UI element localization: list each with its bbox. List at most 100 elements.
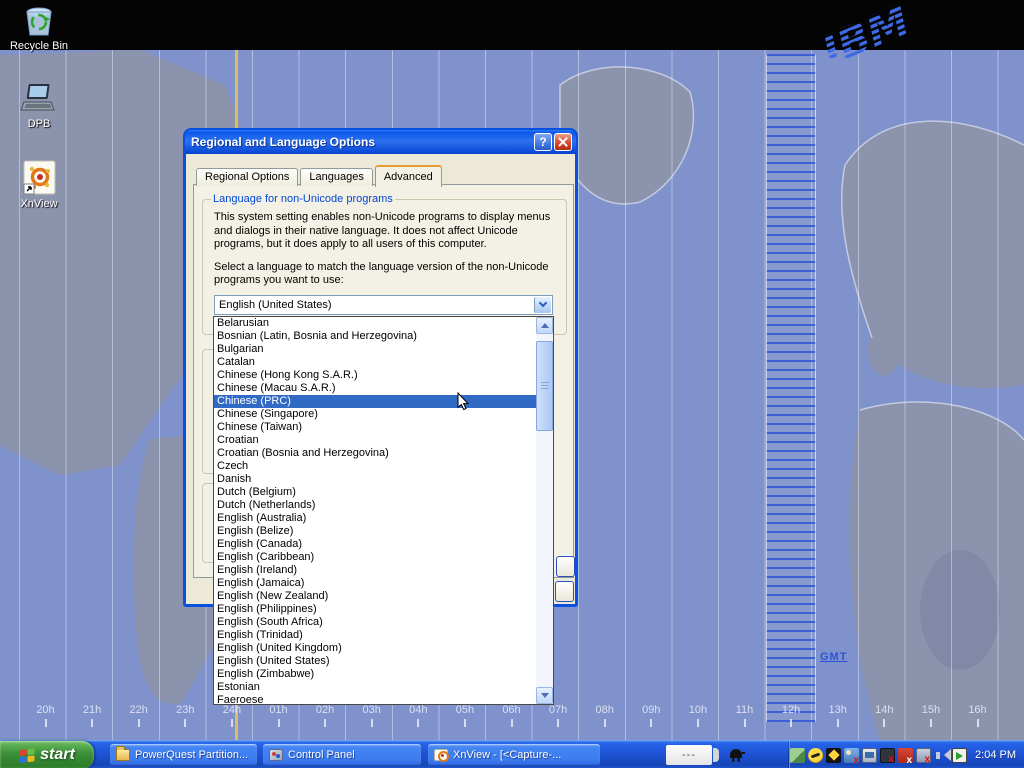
language-option[interactable]: Chinese (Hong Kong S.A.R.): [214, 369, 536, 382]
language-option[interactable]: Estonian: [214, 681, 536, 694]
taskbar-button[interactable]: XnView - [<Capture-...: [428, 744, 600, 766]
gmt-meridian-band: [766, 54, 816, 722]
language-option[interactable]: English (United Kingdom): [214, 642, 536, 655]
language-option[interactable]: English (Trinidad): [214, 629, 536, 642]
scrollbar-thumb[interactable]: [536, 341, 553, 431]
timezone-hour-label: 13h: [821, 704, 855, 727]
connection-error-icon[interactable]: [898, 748, 913, 763]
language-option[interactable]: English (Caribbean): [214, 551, 536, 564]
dialog-button-fragment[interactable]: [556, 556, 575, 577]
tick-mark: [371, 719, 373, 727]
stylus-icon[interactable]: [790, 748, 805, 763]
taskbar-button[interactable]: PowerQuest Partition...: [110, 744, 257, 766]
chevron-down-icon: [539, 299, 547, 307]
language-option[interactable]: Faeroese: [214, 694, 536, 704]
language-option[interactable]: Chinese (Taiwan): [214, 421, 536, 434]
language-option[interactable]: English (South Africa): [214, 616, 536, 629]
scrollbar-track[interactable]: [536, 334, 553, 687]
combobox-dropdown-button[interactable]: [534, 297, 551, 313]
tick-mark: [744, 719, 746, 727]
desktop-icon-recycle-bin[interactable]: Recycle Bin: [6, 4, 72, 52]
language-option[interactable]: English (Belize): [214, 525, 536, 538]
tick-mark: [604, 719, 606, 727]
language-option[interactable]: Croatian (Bosnia and Herzegovina): [214, 447, 536, 460]
taskbar-button[interactable]: Control Panel: [263, 744, 421, 766]
language-option[interactable]: Dutch (Belgium): [214, 486, 536, 499]
control-panel-icon: [269, 749, 283, 761]
thumb-grip: [541, 382, 549, 391]
help-button[interactable]: ?: [534, 133, 552, 151]
tick-mark: [837, 719, 839, 727]
tab-regional-options[interactable]: Regional Options: [196, 168, 298, 186]
antivirus-icon[interactable]: [826, 748, 841, 763]
volume-icon[interactable]: [934, 748, 949, 763]
network-computers-icon[interactable]: [862, 748, 877, 763]
dropdown-scrollbar[interactable]: [536, 317, 553, 704]
tray-icons: [790, 748, 967, 763]
taskbar-clock[interactable]: 2:04 PM: [975, 749, 1016, 761]
network-offline-icon[interactable]: [916, 748, 931, 763]
dialog-titlebar[interactable]: Regional and Language Options ?: [185, 130, 576, 154]
language-option[interactable]: Croatian: [214, 434, 536, 447]
folder-icon: [116, 749, 130, 761]
recycle-bin-icon: [21, 4, 57, 38]
language-option[interactable]: English (United States): [214, 655, 536, 668]
timezone-hour-label: 20h: [29, 704, 63, 727]
language-option[interactable]: Bosnian (Latin, Bosnia and Herzegovina): [214, 330, 536, 343]
tick-mark: [278, 719, 280, 727]
system-tray: 2:04 PM: [789, 741, 1024, 768]
language-option[interactable]: Belarusian: [214, 317, 536, 330]
scroll-down-button[interactable]: [536, 687, 553, 704]
nonunicode-description: This system setting enables non-Unicode …: [214, 211, 557, 252]
mouse-cursor: [457, 392, 471, 412]
start-label: start: [40, 746, 75, 764]
dialog-button-fragment[interactable]: [555, 581, 574, 602]
language-option[interactable]: English (Zimbabwe): [214, 668, 536, 681]
timezone-hour-label: 11h: [728, 704, 762, 727]
language-dropdown-list: Belarusian Bosnian (Latin, Bosnia and He…: [213, 316, 554, 705]
xnview-icon: [21, 160, 57, 196]
language-option[interactable]: Danish: [214, 473, 536, 486]
language-option[interactable]: English (Canada): [214, 538, 536, 551]
tick-mark: [511, 719, 513, 727]
scroll-up-button[interactable]: [536, 317, 553, 334]
language-option[interactable]: Chinese (Macau S.A.R.): [214, 382, 536, 395]
start-button[interactable]: start: [0, 741, 94, 768]
tab-languages[interactable]: Languages: [300, 168, 372, 186]
language-option[interactable]: Bulgarian: [214, 343, 536, 356]
close-button[interactable]: [554, 133, 572, 151]
svg-text:IBM: IBM: [815, 0, 916, 58]
timezone-hour-label: 14h: [867, 704, 901, 727]
offline-users-icon[interactable]: [844, 748, 859, 763]
tick-mark: [650, 719, 652, 727]
timezone-hour-label: 03h: [355, 704, 389, 727]
ac-power-plug-icon: [728, 747, 745, 763]
language-option[interactable]: Dutch (Netherlands): [214, 499, 536, 512]
taskbar-toolbar-box[interactable]: ---: [666, 745, 712, 765]
desktop-icon-dpb[interactable]: DPB: [6, 82, 72, 130]
language-combobox[interactable]: English (United States): [214, 295, 553, 315]
tv-capture-icon[interactable]: [880, 748, 895, 763]
timezone-hour-label: 09h: [634, 704, 668, 727]
language-option[interactable]: English (Australia): [214, 512, 536, 525]
language-option[interactable]: Chinese (PRC): [214, 395, 536, 408]
language-option[interactable]: Catalan: [214, 356, 536, 369]
phone-icon[interactable]: [808, 748, 823, 763]
language-option[interactable]: English (Ireland): [214, 564, 536, 577]
tab-advanced[interactable]: Advanced: [375, 165, 442, 187]
language-option[interactable]: Chinese (Singapore): [214, 408, 536, 421]
tick-mark: [930, 719, 932, 727]
groupbox-title: Language for non-Unicode programs: [211, 193, 395, 205]
timezone-hour-label: 15h: [914, 704, 948, 727]
display-icon[interactable]: [952, 748, 967, 763]
language-option[interactable]: English (Philippines): [214, 603, 536, 616]
language-option[interactable]: English (New Zealand): [214, 590, 536, 603]
tick-mark: [45, 719, 47, 727]
desktop-icon-xnview[interactable]: XnView: [6, 160, 72, 210]
wallpaper-top-strip: IBM: [0, 0, 1024, 50]
language-option[interactable]: English (Jamaica): [214, 577, 536, 590]
dialog-title: Regional and Language Options: [191, 135, 532, 149]
desktop-icon-label: DPB: [6, 118, 72, 130]
desktop: GMT 20h 21h 22h 23h 24h: [0, 0, 1024, 768]
language-option[interactable]: Czech: [214, 460, 536, 473]
